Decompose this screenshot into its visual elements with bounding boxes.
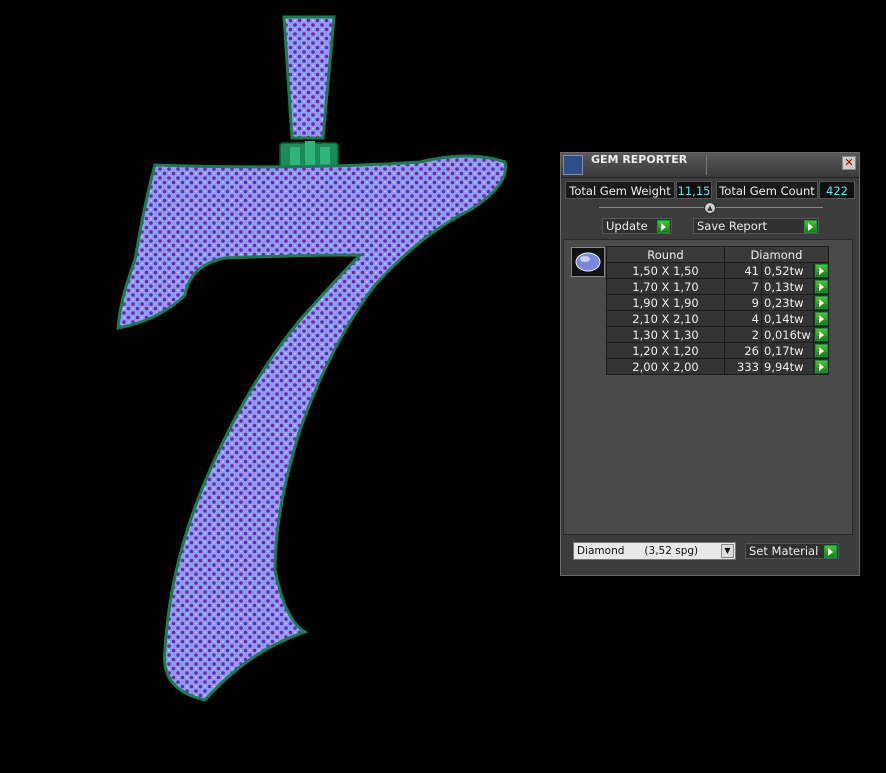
gem-reporter-icon	[563, 155, 583, 175]
row-select-button[interactable]	[812, 278, 829, 295]
panel-title: GEM REPORTER	[591, 153, 688, 166]
row-select-button[interactable]	[812, 310, 829, 327]
row-count: 9	[724, 294, 762, 311]
row-select-button[interactable]	[812, 358, 829, 375]
select-arrow-icon[interactable]	[814, 344, 828, 357]
select-arrow-icon[interactable]	[814, 312, 828, 325]
material-select-value: Diamond (3,52 spg)	[577, 545, 699, 557]
table-row[interactable]: 1,70 X 1,70 7 0,13tw	[606, 278, 829, 295]
total-weight-label: Total Gem Weight	[565, 181, 675, 199]
table-row[interactable]: 2,00 X 2,00 333 9,94tw	[606, 358, 829, 375]
close-button[interactable]: ✕	[842, 156, 856, 170]
total-count-value: 422	[819, 181, 855, 199]
pendant-seven	[116, 154, 508, 702]
table-row[interactable]: 1,90 X 1,90 9 0,23tw	[606, 294, 829, 311]
select-arrow-icon[interactable]	[814, 280, 828, 293]
gem-list-area: Round Diamond 1,50 X 1,50 41 0,52tw 1,70…	[563, 239, 853, 535]
round-gem-thumbnail-icon[interactable]	[571, 247, 605, 277]
gem-table-header: Round Diamond	[606, 246, 829, 263]
gem-table: Round Diamond 1,50 X 1,50 41 0,52tw 1,70…	[606, 246, 829, 375]
update-button-label: Update	[606, 219, 648, 233]
table-row[interactable]: 2,10 X 2,10 4 0,14tw	[606, 310, 829, 327]
select-arrow-icon[interactable]	[814, 296, 828, 309]
select-arrow-icon[interactable]	[814, 264, 828, 277]
row-weight: 0,14tw	[761, 310, 814, 327]
row-count: 4	[724, 310, 762, 327]
row-size: 1,30 X 1,30	[606, 326, 725, 343]
row-weight: 0,52tw	[761, 262, 814, 279]
row-size: 1,20 X 1,20	[606, 342, 725, 359]
title-divider	[706, 155, 707, 175]
row-weight: 0,17tw	[761, 342, 814, 359]
save-report-button-label: Save Report	[697, 219, 768, 233]
row-size: 2,00 X 2,00	[606, 358, 725, 375]
gem-reporter-panel: GEM REPORTER ✕ Total Gem Weight 11,15 To…	[560, 152, 860, 576]
row-weight: 0,13tw	[761, 278, 814, 295]
update-arrow-icon[interactable]	[657, 220, 670, 233]
row-count: 41	[724, 262, 762, 279]
pendant-bail	[279, 15, 339, 168]
material-select[interactable]: Diamond (3,52 spg) ▼	[573, 542, 736, 560]
row-size: 1,90 X 1,90	[606, 294, 725, 311]
row-size: 1,50 X 1,50	[606, 262, 725, 279]
row-weight: 0,23tw	[761, 294, 814, 311]
row-count: 26	[724, 342, 762, 359]
col-shape: Round	[606, 246, 725, 263]
set-material-arrow-icon[interactable]	[824, 545, 837, 558]
row-size: 2,10 X 2,10	[606, 310, 725, 327]
size-slider-knob[interactable]: ▲	[704, 202, 716, 214]
row-select-button[interactable]	[812, 342, 829, 359]
row-count: 2	[724, 326, 762, 343]
update-button[interactable]: Update	[602, 218, 672, 234]
chevron-down-icon[interactable]: ▼	[721, 544, 734, 558]
select-arrow-icon[interactable]	[814, 328, 828, 341]
save-report-button[interactable]: Save Report	[693, 218, 819, 234]
row-select-button[interactable]	[812, 294, 829, 311]
table-row[interactable]: 1,50 X 1,50 41 0,52tw	[606, 262, 829, 279]
row-select-button[interactable]	[812, 326, 829, 343]
panel-titlebar[interactable]: GEM REPORTER ✕	[561, 153, 859, 178]
table-row[interactable]: 1,20 X 1,20 26 0,17tw	[606, 342, 829, 359]
table-row[interactable]: 1,30 X 1,30 2 0,016tw	[606, 326, 829, 343]
row-weight: 0,016tw	[761, 326, 814, 343]
col-material: Diamond	[724, 246, 829, 263]
save-report-arrow-icon[interactable]	[804, 220, 817, 233]
row-weight: 9,94tw	[761, 358, 814, 375]
row-count: 7	[724, 278, 762, 295]
row-size: 1,70 X 1,70	[606, 278, 725, 295]
row-select-button[interactable]	[812, 262, 829, 279]
row-count: 333	[724, 358, 762, 375]
set-material-button[interactable]: Set Material	[745, 543, 839, 559]
total-count-label: Total Gem Count	[716, 181, 818, 199]
set-material-button-label: Set Material	[749, 544, 819, 558]
total-weight-value: 11,15	[676, 181, 712, 199]
select-arrow-icon[interactable]	[814, 360, 828, 373]
